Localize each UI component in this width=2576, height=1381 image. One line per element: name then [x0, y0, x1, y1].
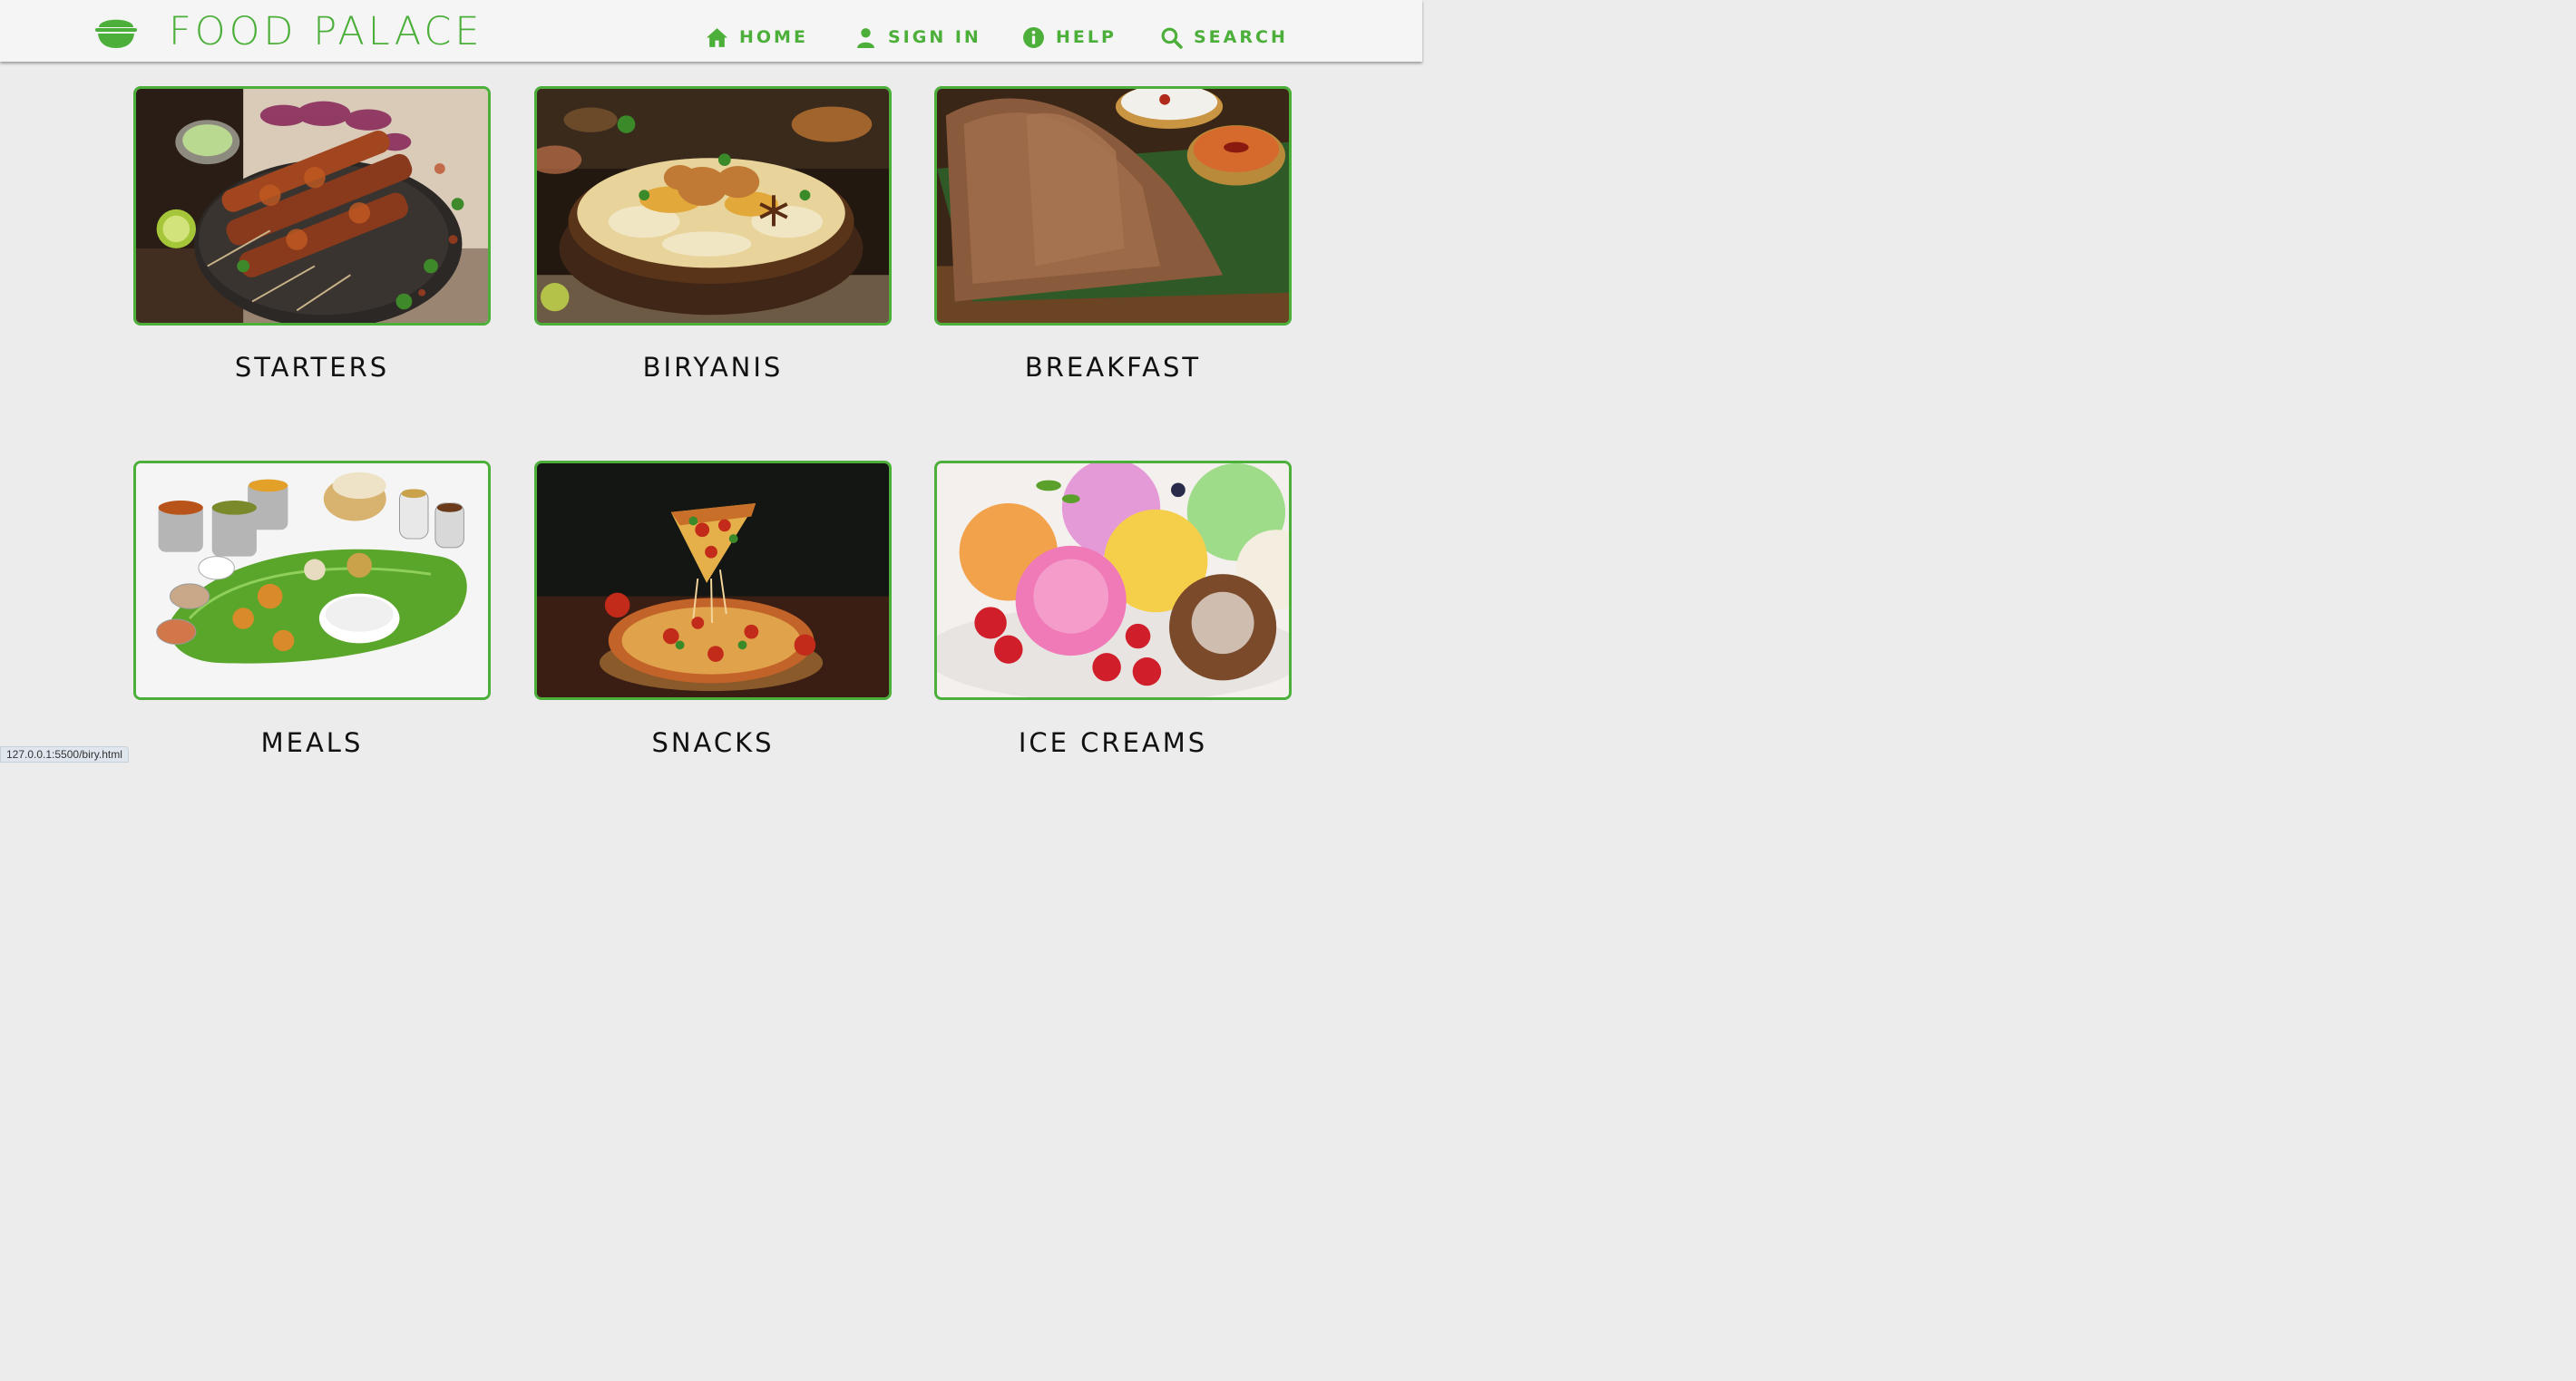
starters-image [136, 89, 488, 323]
snacks-image [537, 463, 889, 697]
starters-card[interactable] [133, 86, 491, 326]
nav-help-label: HELP [1056, 27, 1117, 47]
category-label-snacks[interactable]: SNACKS [534, 727, 892, 758]
meals-card[interactable] [133, 461, 491, 700]
nav-home-label: HOME [739, 27, 808, 47]
nav-signin-label: SIGN IN [888, 27, 981, 47]
nav-search-label: SEARCH [1194, 27, 1288, 47]
category-label-ice-creams[interactable]: ICE CREAMS [934, 727, 1292, 758]
user-icon [857, 27, 874, 48]
food-bowl-logo-icon[interactable] [94, 12, 138, 50]
search-icon [1161, 27, 1183, 49]
ice-creams-image [937, 463, 1289, 697]
nav-home-link[interactable]: HOME [706, 24, 808, 50]
nav-signin-link[interactable]: SIGN IN [854, 24, 981, 50]
category-label-meals[interactable]: MEALS [133, 727, 491, 758]
nav-help-link[interactable]: HELP [1022, 24, 1117, 50]
brand-title[interactable]: FOOD PALACE [169, 9, 483, 54]
top-navbar: FOOD PALACE HOME SIGN IN HELP SEARCH [0, 0, 1422, 62]
category-label-biryanis[interactable]: BIRYANIS [534, 352, 892, 383]
category-label-breakfast[interactable]: BREAKFAST [934, 352, 1292, 383]
breakfast-card[interactable] [934, 86, 1292, 326]
status-bar-url: 127.0.0.1:5500/biry.html [0, 746, 129, 763]
home-icon [707, 27, 727, 47]
info-icon [1023, 26, 1044, 48]
snacks-card[interactable] [534, 461, 892, 700]
meals-image [136, 463, 488, 697]
ice-creams-card[interactable] [934, 461, 1292, 700]
breakfast-image [937, 89, 1289, 323]
nav-search-link[interactable]: SEARCH [1160, 24, 1288, 50]
category-label-starters[interactable]: STARTERS [133, 352, 491, 383]
biryanis-card[interactable] [534, 86, 892, 326]
biryanis-image [537, 89, 889, 323]
